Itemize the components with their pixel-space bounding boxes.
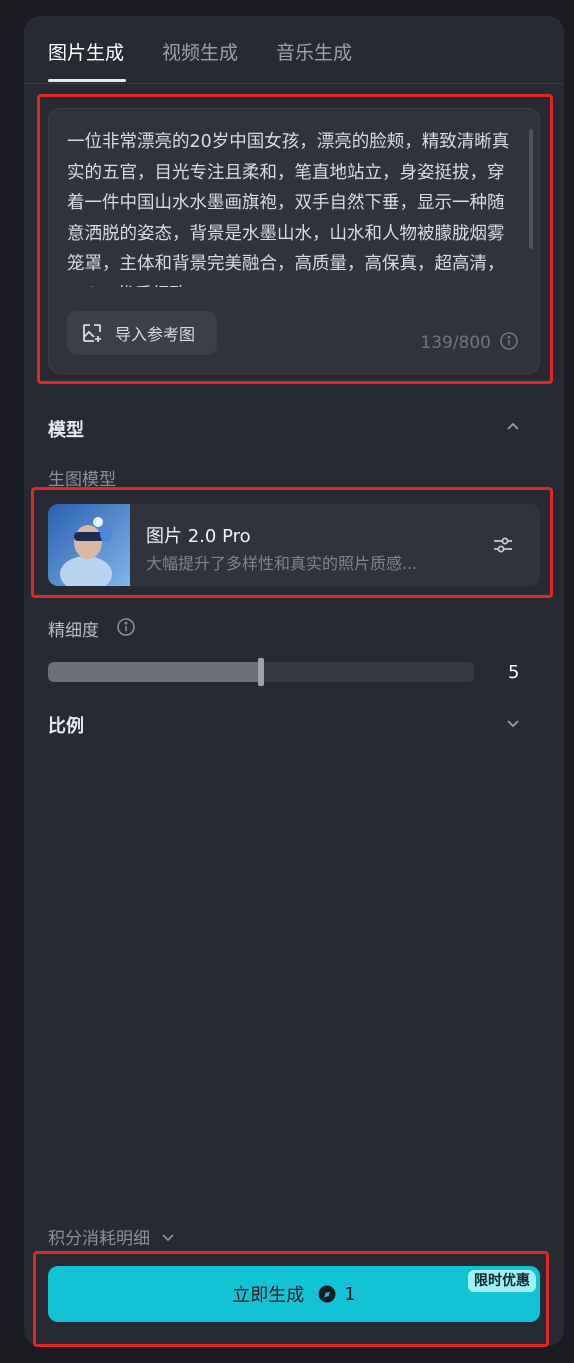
generate-label: 立即生成 [232, 1285, 305, 1306]
detail-slider-fill [48, 662, 261, 682]
settings-sliders-icon[interactable] [492, 534, 514, 556]
generation-panel: 图片生成 视频生成 音乐生成 一位非常漂亮的20岁中国女孩，漂亮的脸颊，精致清晰… [24, 16, 564, 1346]
image-import-icon [83, 324, 101, 342]
model-thumbnail [48, 504, 130, 586]
info-icon[interactable] [499, 331, 519, 351]
chevron-down-icon[interactable] [504, 714, 522, 732]
tab-music-generation[interactable]: 音乐生成 [276, 38, 352, 65]
detail-slider[interactable] [48, 658, 474, 686]
promo-badge: 限时优惠 [468, 1270, 536, 1292]
chevron-down-icon [162, 1233, 174, 1241]
prompt-scrollbar[interactable] [529, 129, 533, 249]
generate-cost: 1 [344, 1283, 356, 1305]
tab-image-generation[interactable]: 图片生成 [48, 38, 124, 65]
ratio-section-title: 比例 [48, 716, 84, 737]
model-name: 图片 2.0 Pro [146, 526, 251, 547]
char-counter: 139/800 [420, 333, 491, 353]
import-reference-label: 导入参考图 [115, 325, 196, 344]
cost-details-link[interactable]: 积分消耗明细 [48, 1224, 176, 1249]
cost-details-label: 积分消耗明细 [48, 1229, 150, 1249]
detail-label: 精细度 [48, 621, 99, 641]
active-tab-indicator [48, 79, 126, 82]
detail-value: 5 [508, 662, 520, 683]
info-icon[interactable] [116, 617, 136, 637]
detail-slider-thumb[interactable] [258, 658, 264, 686]
chevron-up-icon[interactable] [504, 418, 522, 436]
image-model-label: 生图模型 [48, 470, 116, 490]
credit-icon [318, 1285, 336, 1303]
prompt-input[interactable]: 一位非常漂亮的20岁中国女孩，漂亮的脸颊，精致清晰真实的五官，目光专注且柔和，笔… [67, 127, 513, 287]
generate-button[interactable]: 立即生成 1 限时优惠 [48, 1266, 540, 1322]
model-card[interactable]: 图片 2.0 Pro 大幅提升了多样性和真实的照片质感... [48, 504, 540, 586]
import-reference-button[interactable]: 导入参考图 [67, 311, 217, 355]
prompt-box[interactable]: 一位非常漂亮的20岁中国女孩，漂亮的脸颊，精致清晰真实的五官，目光专注且柔和，笔… [48, 108, 540, 374]
tab-bar: 图片生成 视频生成 音乐生成 [24, 16, 564, 84]
tab-video-generation[interactable]: 视频生成 [162, 38, 238, 65]
model-section-title: 模型 [48, 420, 84, 441]
model-description: 大幅提升了多样性和真实的照片质感... [146, 554, 418, 573]
